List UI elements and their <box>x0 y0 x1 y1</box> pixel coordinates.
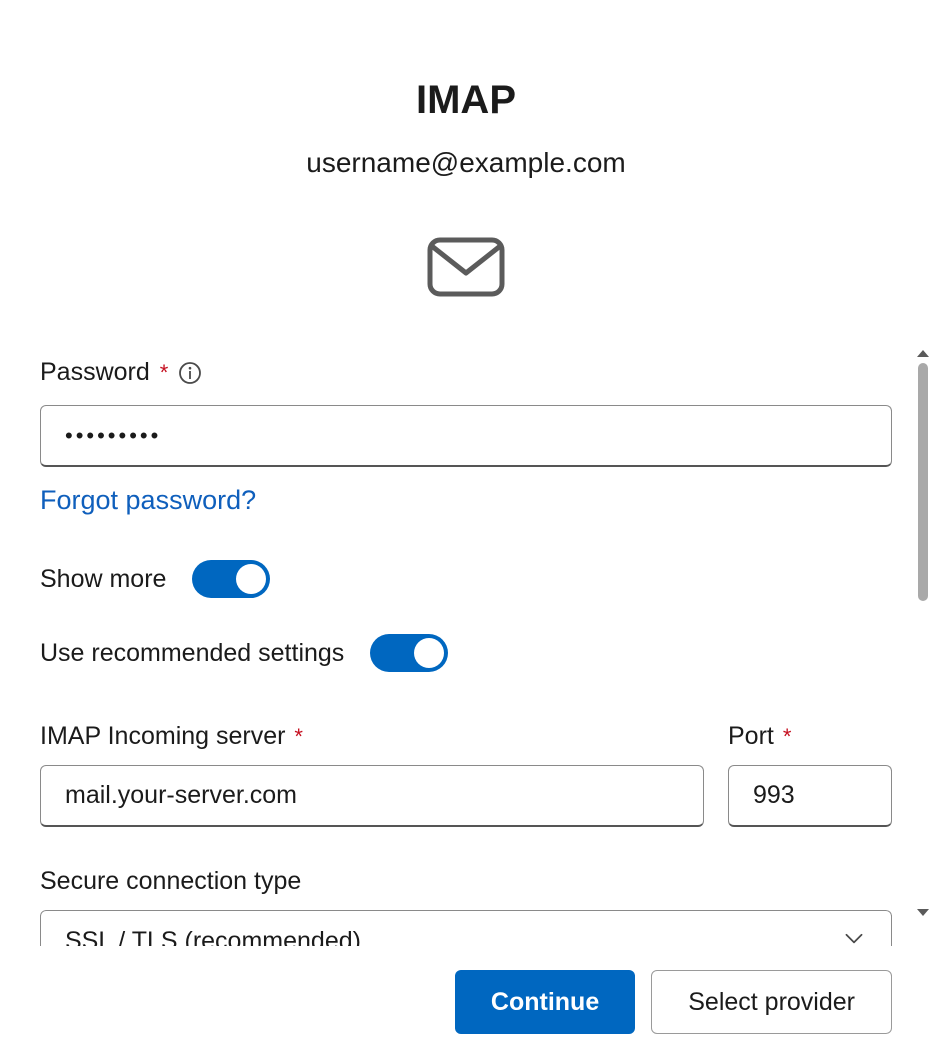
password-label: Password <box>40 358 150 387</box>
info-icon[interactable] <box>178 361 202 385</box>
port-input[interactable] <box>728 765 892 827</box>
mail-icon <box>427 237 505 302</box>
continue-button[interactable]: Continue <box>455 970 635 1034</box>
incoming-server-label: IMAP Incoming server <box>40 722 285 750</box>
chevron-down-icon <box>841 925 867 946</box>
secure-connection-select[interactable]: SSL / TLS (recommended) <box>40 910 892 946</box>
show-more-label: Show more <box>40 565 166 594</box>
scroll-down-icon[interactable] <box>917 909 929 916</box>
account-email: username@example.com <box>0 147 932 179</box>
scrollbar-track[interactable] <box>918 363 928 903</box>
forgot-password-link[interactable]: Forgot password? <box>40 485 256 516</box>
incoming-server-input[interactable] <box>40 765 704 827</box>
select-provider-button[interactable]: Select provider <box>651 970 892 1034</box>
secure-connection-label: Secure connection type <box>40 867 892 896</box>
scrollbar[interactable] <box>914 350 932 916</box>
port-label: Port <box>728 722 774 750</box>
page-title: IMAP <box>0 78 932 123</box>
password-input[interactable] <box>40 405 892 467</box>
required-asterisk: * <box>783 724 792 749</box>
required-asterisk: * <box>160 360 169 386</box>
required-asterisk: * <box>294 724 303 749</box>
show-more-toggle[interactable] <box>192 560 270 598</box>
recommended-settings-label: Use recommended settings <box>40 639 344 668</box>
secure-connection-value: SSL / TLS (recommended) <box>65 927 361 946</box>
scrollbar-thumb[interactable] <box>918 363 928 601</box>
scroll-up-icon[interactable] <box>917 350 929 357</box>
recommended-settings-toggle[interactable] <box>370 634 448 672</box>
